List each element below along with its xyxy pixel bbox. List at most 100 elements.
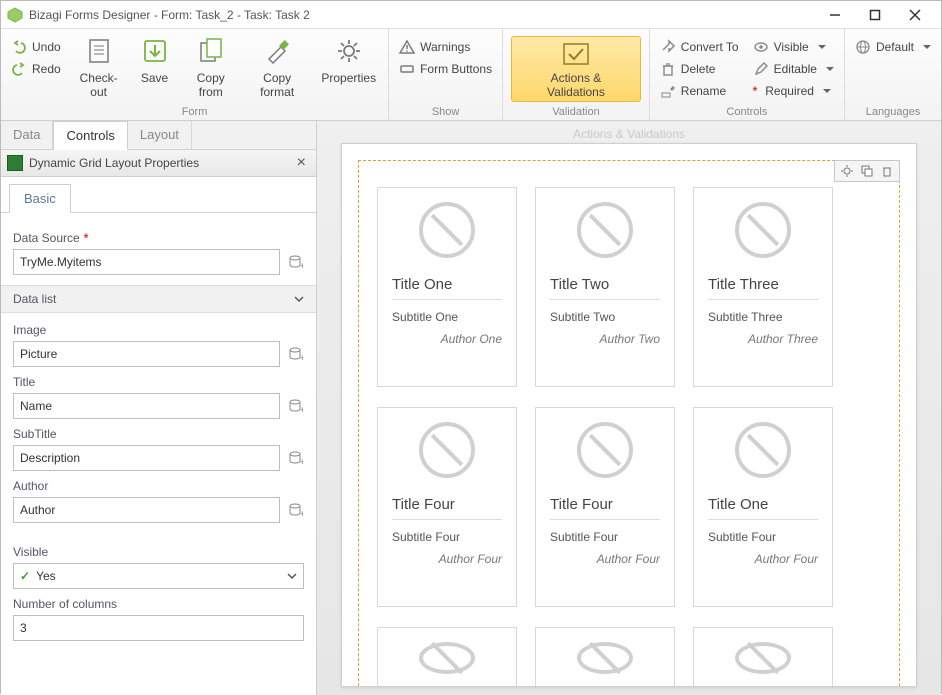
card-subtitle: Subtitle Two xyxy=(550,310,615,324)
chevron-down-icon xyxy=(294,294,304,304)
delete-button[interactable]: Delete xyxy=(658,59,741,79)
validation-icon xyxy=(560,41,592,67)
tab-controls[interactable]: Controls xyxy=(53,121,127,150)
columns-label: Number of columns xyxy=(13,597,304,611)
image-placeholder-icon xyxy=(577,422,633,478)
warnings-button[interactable]: Warnings xyxy=(397,37,494,57)
copy-format-icon xyxy=(261,35,293,67)
copy-from-button[interactable]: Copy from xyxy=(185,33,237,101)
main-area: Data Controls Layout Dynamic Grid Layout… xyxy=(1,121,941,695)
checkout-button[interactable]: Check-out xyxy=(73,33,125,101)
card-subtitle: Subtitle Three xyxy=(708,310,783,324)
card-subtitle: Subtitle One xyxy=(392,310,458,324)
grid-layout-icon xyxy=(7,155,23,171)
edit-icon[interactable] xyxy=(859,163,875,179)
card-subtitle: Subtitle Four xyxy=(550,530,618,544)
save-icon xyxy=(139,35,171,67)
rename-button[interactable]: Rename xyxy=(658,81,741,101)
properties-icon xyxy=(333,35,365,67)
actions-validations-button[interactable]: Actions & Validations xyxy=(511,36,641,102)
title-label: Title xyxy=(13,375,304,389)
card-author: Author Four xyxy=(597,552,660,566)
card-title: Title Three xyxy=(708,276,818,300)
grid-card[interactable]: Title TwoSubtitle TwoAuthor Two xyxy=(535,187,675,387)
selected-control-outline[interactable]: Title OneSubtitle OneAuthor OneTitle Two… xyxy=(358,160,900,687)
form-surface[interactable]: Title OneSubtitle OneAuthor OneTitle Two… xyxy=(341,143,917,687)
card-author: Author Four xyxy=(755,552,818,566)
image-input[interactable] xyxy=(13,341,280,367)
tab-layout[interactable]: Layout xyxy=(128,121,192,149)
data-source-picker-icon[interactable]: + xyxy=(286,253,304,271)
copy-format-button[interactable]: Copy format xyxy=(247,33,307,101)
redo-label: Redo xyxy=(32,62,61,76)
title-input[interactable] xyxy=(13,393,280,419)
title-picker-icon[interactable]: + xyxy=(286,397,304,415)
properties-title: Dynamic Grid Layout Properties xyxy=(29,156,199,170)
tab-data[interactable]: Data xyxy=(1,121,53,149)
grid-card[interactable] xyxy=(693,627,833,687)
grid-card[interactable]: Title Three Subtitle Three Author Three xyxy=(693,187,833,387)
design-canvas[interactable]: Actions & Validations Title OneSubtitle … xyxy=(317,121,941,695)
card-title: Title One xyxy=(392,276,502,300)
svg-text:+: + xyxy=(300,261,303,270)
image-placeholder-icon xyxy=(419,202,475,258)
group-validation-label: Validation xyxy=(511,104,641,118)
grid-card[interactable] xyxy=(377,627,517,687)
group-show-label: Show xyxy=(397,104,494,118)
undo-button[interactable]: Undo xyxy=(9,37,63,57)
properties-button[interactable]: Properties xyxy=(317,33,380,87)
image-picker-icon[interactable]: + xyxy=(286,345,304,363)
author-input[interactable] xyxy=(13,497,280,523)
card-grid: Title OneSubtitle OneAuthor OneTitle Two… xyxy=(359,161,899,687)
grid-card[interactable]: Title OneSubtitle FourAuthor Four xyxy=(693,407,833,607)
columns-input[interactable] xyxy=(13,615,304,641)
properties-body: Data Source* + Data list Image + Title xyxy=(1,212,316,651)
card-title: Title Four xyxy=(550,496,660,520)
image-placeholder-icon xyxy=(735,422,791,478)
author-picker-icon[interactable]: + xyxy=(286,501,304,519)
card-title: Title Two xyxy=(550,276,660,300)
data-source-input[interactable] xyxy=(13,249,280,275)
card-subtitle: Subtitle Four xyxy=(392,530,460,544)
left-panel-tabs: Data Controls Layout xyxy=(1,121,316,150)
properties-close-button[interactable]: × xyxy=(293,154,310,172)
tab-basic[interactable]: Basic xyxy=(9,184,71,213)
form-buttons-button[interactable]: Form Buttons xyxy=(397,59,494,79)
gear-icon[interactable] xyxy=(839,163,855,179)
maximize-button[interactable] xyxy=(855,1,895,29)
ribbon: Undo Redo Check-out Save xyxy=(1,29,941,121)
subtitle-label: SubTitle xyxy=(13,427,304,441)
undo-label: Undo xyxy=(32,40,61,54)
convert-to-button[interactable]: Convert To xyxy=(658,37,741,57)
card-subtitle: Subtitle Four xyxy=(708,530,776,544)
svg-text:+: + xyxy=(300,509,303,518)
close-button[interactable] xyxy=(895,1,935,29)
redo-button[interactable]: Redo xyxy=(9,59,63,79)
card-author: Author Four xyxy=(439,552,502,566)
checkout-icon xyxy=(83,35,115,67)
grid-card[interactable]: Title OneSubtitle OneAuthor One xyxy=(377,187,517,387)
minimize-button[interactable] xyxy=(815,1,855,29)
group-controls-label: Controls xyxy=(658,104,836,118)
trash-icon[interactable] xyxy=(879,163,895,179)
chevron-down-icon xyxy=(287,571,297,581)
visible-dropdown[interactable]: Visible xyxy=(751,37,836,57)
editable-dropdown[interactable]: Editable xyxy=(751,59,836,79)
visible-select[interactable]: ✓ Yes xyxy=(13,563,304,589)
subtitle-input[interactable] xyxy=(13,445,280,471)
required-dropdown[interactable]: * Required xyxy=(751,81,836,101)
grid-card[interactable]: Title FourSubtitle FourAuthor Four xyxy=(377,407,517,607)
grid-card[interactable] xyxy=(535,627,675,687)
language-dropdown[interactable]: Default xyxy=(853,37,933,57)
grid-card[interactable]: Title Four Subtitle Four Author Four xyxy=(535,407,675,607)
group-languages-label: Languages xyxy=(853,104,933,118)
group-form-label: Form xyxy=(9,104,380,118)
save-button[interactable]: Save xyxy=(135,33,175,87)
check-icon: ✓ xyxy=(20,569,30,583)
data-list-section[interactable]: Data list xyxy=(1,285,316,313)
subtitle-picker-icon[interactable]: + xyxy=(286,449,304,467)
selection-toolbar xyxy=(834,160,900,182)
image-placeholder-icon xyxy=(577,202,633,258)
card-author: Author Three xyxy=(748,332,818,346)
image-placeholder-icon xyxy=(735,642,791,674)
